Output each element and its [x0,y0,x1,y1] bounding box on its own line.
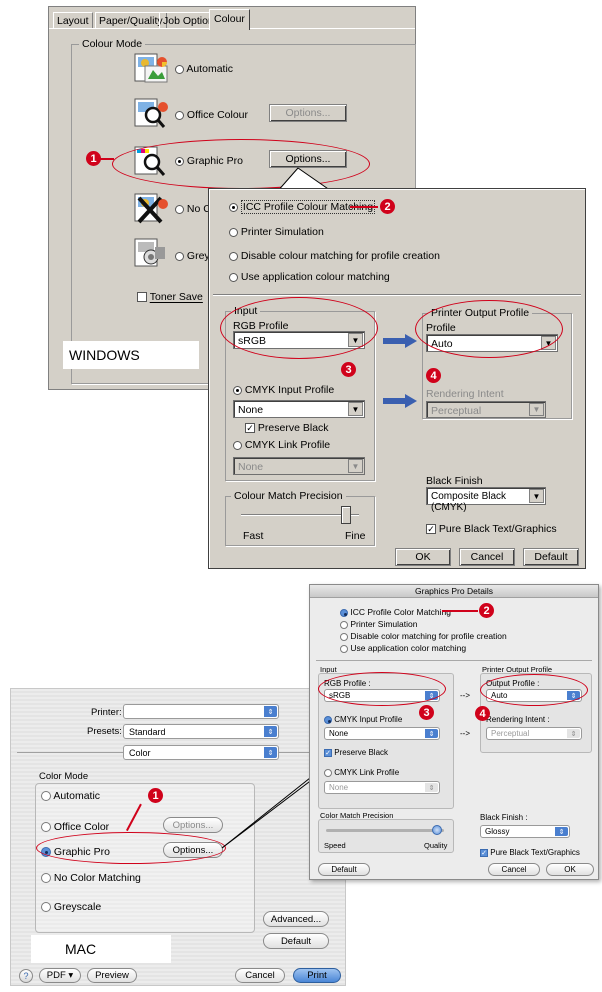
mac-cmyk-link-option[interactable]: CMYK Link Profile [324,768,399,777]
mac-preserve-black-label: Preserve Black [334,748,389,757]
mac-quality-label: Quality [424,841,448,850]
mac-printer-sim-option[interactable]: Printer Simulation [340,619,417,629]
mac-icc-option[interactable]: ICC Profile Color Matching [340,607,451,617]
mac-pure-black-option[interactable]: ✓ Pure Black Text/Graphics [480,848,580,857]
mac-preserve-black-checkbox[interactable]: ✓ [324,748,332,757]
mac-output-highlight [480,674,588,706]
mac-callout-2-line [442,610,478,612]
mac-slider-track [326,829,444,832]
mac-icc-label: ICC Profile Color Matching [350,607,451,617]
mac-cmyk-link-label: CMYK Link Profile [334,768,400,777]
mac-graphics-pro-sheet: Graphics Pro Details ICC Profile Color M… [309,584,599,880]
callout-badge-4-mac: 4 [475,706,490,721]
mac-printer-sim-label: Printer Simulation [350,619,418,629]
mac-icc-radio[interactable] [340,608,348,617]
popup-arrows-icon: ⇕ [425,783,438,792]
mac-pure-black-checkbox[interactable]: ✓ [480,848,488,857]
mac-sheet-cancel-button[interactable]: Cancel [488,863,540,876]
mac-rendering-label: Rendering Intent : [486,715,550,724]
mac-disable-label: Disable color matching for profile creat… [350,631,507,641]
mac-arrow-2: --> [460,729,470,738]
mac-rendering-value: Perceptual [491,729,530,738]
mac-app-option[interactable]: Use application color matching [340,643,466,653]
mac-pure-black-label: Pure Black Text/Graphics [490,848,580,857]
mac-cmyk-input-option[interactable]: CMYK Input Profile [324,715,402,724]
mac-rgb-highlight [318,672,446,706]
mac-arrow-1: --> [460,691,470,700]
mac-app-label: Use application color matching [350,643,467,653]
mac-cmyk-input-radio[interactable] [324,715,332,724]
mac-speed-label: Speed [324,841,346,850]
mac-sheet-default-button[interactable]: Default [318,863,370,876]
mac-sheet-ok-button[interactable]: OK [546,863,594,876]
mac-disable-option[interactable]: Disable color matching for profile creat… [340,631,507,641]
sheet-title: Graphics Pro Details [310,585,598,598]
popup-arrows-icon: ⇕ [555,827,568,836]
mac-black-finish-value: Glossy [485,827,510,836]
mac-cmyk-link-value: None [329,783,349,792]
mac-sheet-separator [316,660,592,661]
mac-rendering-popup[interactable]: Perceptual ⇕ [486,727,582,740]
popup-arrows-icon: ⇕ [425,729,438,738]
mac-disable-radio[interactable] [340,632,348,641]
mac-cmyk-input-label: CMYK Input Profile [334,715,403,724]
mac-cmyk-link-popup[interactable]: None ⇕ [324,781,440,794]
popup-arrows-icon: ⇕ [567,729,580,738]
mac-cmyk-input-popup[interactable]: None ⇕ [324,727,440,740]
mac-black-finish-label: Black Finish : [480,813,528,822]
mac-cmyk-link-radio[interactable] [324,768,332,777]
mac-black-finish-popup[interactable]: Glossy ⇕ [480,825,570,838]
mac-slider-thumb[interactable] [432,825,442,835]
mac-preserve-black-option[interactable]: ✓ Preserve Black [324,748,388,757]
mac-cmyk-input-value: None [329,729,349,738]
mac-app-radio[interactable] [340,644,348,653]
mac-printer-sim-radio[interactable] [340,620,348,629]
callout-badge-3-mac: 3 [419,705,434,720]
callout-badge-2-mac: 2 [479,603,494,618]
